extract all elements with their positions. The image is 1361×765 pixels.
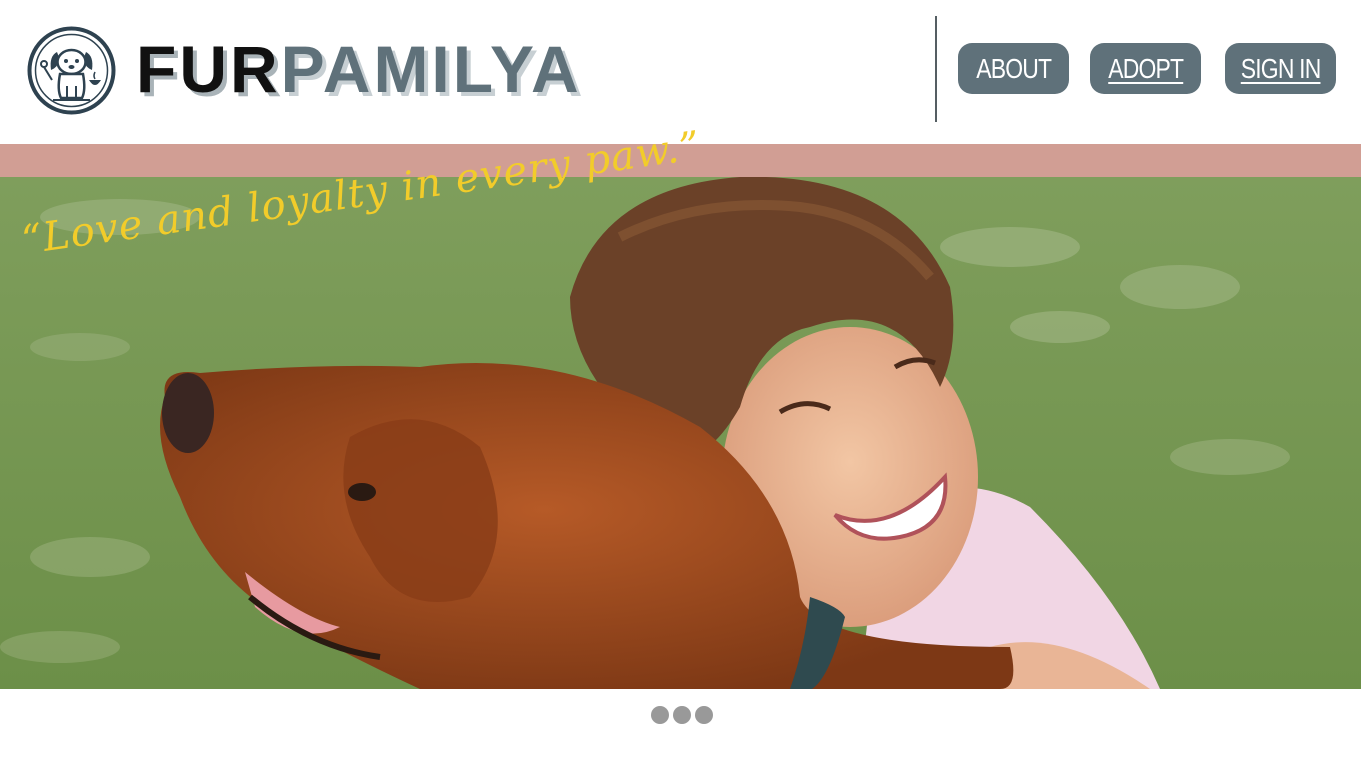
sign-in-button[interactable]: SIGN IN	[1225, 43, 1336, 94]
header-divider	[935, 16, 937, 122]
adopt-button[interactable]: ADOPT	[1090, 43, 1201, 94]
adopt-label: ADOPT	[1107, 52, 1184, 84]
carousel-dot-3[interactable]	[695, 706, 713, 724]
carousel-dot-2[interactable]	[673, 706, 691, 724]
hero-image	[0, 177, 1361, 689]
about-label: ABOUT	[975, 52, 1052, 84]
about-button[interactable]: ABOUT	[958, 43, 1069, 94]
carousel-dots	[651, 706, 713, 724]
brand-part-pamilya: PAMILYA	[280, 32, 582, 106]
sign-in-label: SIGN IN	[1240, 52, 1322, 84]
carousel-dot-1[interactable]	[651, 706, 669, 724]
hero-banner	[0, 177, 1361, 689]
brand-part-fur: FUR	[136, 32, 281, 106]
brand-wordmark[interactable]: FURPAMILYA	[136, 36, 582, 102]
site-header: FURPAMILYA ABOUT ADOPT SIGN IN	[0, 0, 1361, 144]
puppy-logo-icon[interactable]	[27, 26, 116, 115]
